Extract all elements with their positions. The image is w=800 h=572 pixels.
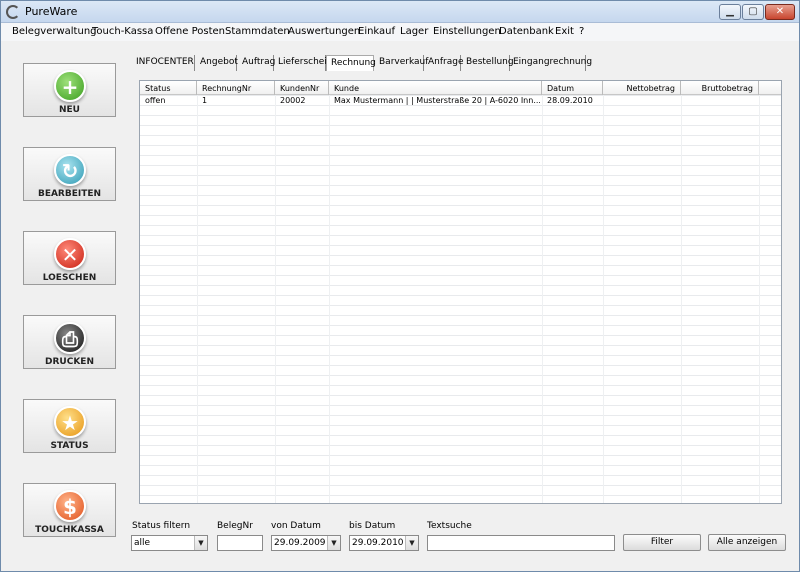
column-header-bruttobetrag[interactable]: Bruttobetrag <box>681 81 759 95</box>
table-row[interactable]: offen 1 20002 Max Mustermann | | Musters… <box>140 95 781 106</box>
filter-button[interactable]: Filter <box>623 534 701 551</box>
menu-help[interactable]: ? <box>579 26 584 37</box>
status-filter-label: Status filtern <box>132 521 191 531</box>
tab-lieferschein[interactable]: Lieferschein <box>276 55 333 71</box>
tab-angebot[interactable]: Angebot <box>198 55 238 71</box>
tab-rechnung[interactable]: Rechnung <box>326 55 376 71</box>
print-button[interactable]: ⎙ DRUCKEN <box>23 315 116 369</box>
from-date-value: 29.09.2009 <box>274 538 326 548</box>
menu-offene-posten[interactable]: Offene Posten <box>155 26 225 37</box>
menu-exit[interactable]: Exit <box>555 26 574 37</box>
window-title: PureWare <box>25 5 78 18</box>
close-button[interactable]: ✕ <box>765 4 795 20</box>
new-button[interactable]: + NEU <box>23 63 116 117</box>
table-header: Status RechnungNr KundenNr Kunde Datum N… <box>140 81 781 95</box>
star-icon: ★ <box>54 406 86 438</box>
menu-bar: Belegverwaltung Touch-Kassa Offene Poste… <box>1 23 799 41</box>
status-button[interactable]: ★ STATUS <box>23 399 116 453</box>
column-divider <box>275 95 276 503</box>
delete-button-label: LOESCHEN <box>42 273 97 283</box>
column-divider <box>197 95 198 503</box>
column-divider <box>603 95 604 503</box>
delete-button[interactable]: ✕ LOESCHEN <box>23 231 116 285</box>
belegnr-label: BelegNr <box>217 521 253 531</box>
belegnr-input[interactable] <box>217 535 263 551</box>
tab-bestellung[interactable]: Bestellung <box>464 55 514 71</box>
status-button-label: STATUS <box>50 441 89 451</box>
tab-eingangrechnung[interactable]: Eingangrechnung <box>511 55 592 71</box>
column-divider <box>329 95 330 503</box>
title-bar[interactable]: PureWare ▁ ▢ ✕ <box>1 1 799 23</box>
menu-auswertungen[interactable]: Auswertungen <box>288 26 360 37</box>
tab-barverkauf[interactable]: Barverkauf <box>377 55 428 71</box>
new-button-label: NEU <box>59 105 80 115</box>
from-date-picker[interactable]: 29.09.2009 ▼ <box>271 535 341 551</box>
status-filter-value: alle <box>134 538 151 548</box>
dollar-icon: $ <box>54 490 86 522</box>
chevron-down-icon[interactable]: ▼ <box>327 536 340 550</box>
menu-lager[interactable]: Lager <box>400 26 428 37</box>
menu-touch-kassa[interactable]: Touch-Kassa <box>92 26 153 37</box>
text-search-input[interactable] <box>427 535 615 551</box>
tab-anfrage[interactable]: Anfrage <box>426 55 464 71</box>
touchkassa-button[interactable]: $ TOUCHKASSA <box>23 483 116 537</box>
minimize-button[interactable]: ▁ <box>719 4 741 20</box>
cell-status: offen <box>145 96 166 105</box>
column-header-datum[interactable]: Datum <box>542 81 603 95</box>
cell-kunde: Max Mustermann | | Musterstraße 20 | A-6… <box>334 96 540 105</box>
table-body: offen 1 20002 Max Mustermann | | Musters… <box>140 95 781 503</box>
to-date-label: bis Datum <box>349 521 396 531</box>
text-search-label: Textsuche <box>427 521 472 531</box>
show-all-button[interactable]: Alle anzeigen <box>708 534 786 551</box>
column-header-nettobetrag[interactable]: Nettobetrag <box>603 81 681 95</box>
plus-icon: + <box>54 70 86 102</box>
invoice-table: Status RechnungNr KundenNr Kunde Datum N… <box>139 80 782 504</box>
chevron-down-icon[interactable]: ▼ <box>405 536 418 550</box>
menu-einstellungen[interactable]: Einstellungen <box>433 26 501 37</box>
maximize-button[interactable]: ▢ <box>742 4 764 20</box>
column-divider <box>542 95 543 503</box>
cell-rechnungnr: 1 <box>202 96 208 105</box>
printer-icon: ⎙ <box>54 322 86 354</box>
to-date-value: 29.09.2010 <box>352 538 404 548</box>
menu-datenbank[interactable]: Datenbank <box>499 26 554 37</box>
edit-button[interactable]: ↻ BEARBEITEN <box>23 147 116 201</box>
cell-datum: 28.09.2010 <box>547 96 593 105</box>
status-filter-select[interactable]: alle ▼ <box>131 535 208 551</box>
app-logo-icon <box>6 5 20 19</box>
menu-einkauf[interactable]: Einkauf <box>358 26 395 37</box>
column-divider <box>759 95 760 503</box>
column-header-rechnungnr[interactable]: RechnungNr <box>197 81 275 95</box>
column-header-status[interactable]: Status <box>140 81 197 95</box>
column-divider <box>681 95 682 503</box>
app-window: PureWare ▁ ▢ ✕ Belegverwaltung Touch-Kas… <box>0 0 800 572</box>
column-header-kunde[interactable]: Kunde <box>329 81 542 95</box>
delete-x-icon: ✕ <box>54 238 86 270</box>
cell-kundennr: 20002 <box>280 96 306 105</box>
from-date-label: von Datum <box>271 521 321 531</box>
edit-button-label: BEARBEITEN <box>37 189 102 199</box>
tab-infocenter[interactable]: INFOCENTER <box>134 55 195 71</box>
touchkassa-button-label: TOUCHKASSA <box>35 525 104 535</box>
menu-belegverwaltung[interactable]: Belegverwaltung <box>12 26 97 37</box>
chevron-down-icon[interactable]: ▼ <box>194 536 207 550</box>
column-header-kundennr[interactable]: KundenNr <box>275 81 329 95</box>
to-date-picker[interactable]: 29.09.2010 ▼ <box>349 535 419 551</box>
print-button-label: DRUCKEN <box>45 357 94 367</box>
refresh-icon: ↻ <box>54 154 86 186</box>
menu-stammdaten[interactable]: Stammdaten <box>225 26 290 37</box>
tab-auftrag[interactable]: Auftrag <box>240 55 275 71</box>
